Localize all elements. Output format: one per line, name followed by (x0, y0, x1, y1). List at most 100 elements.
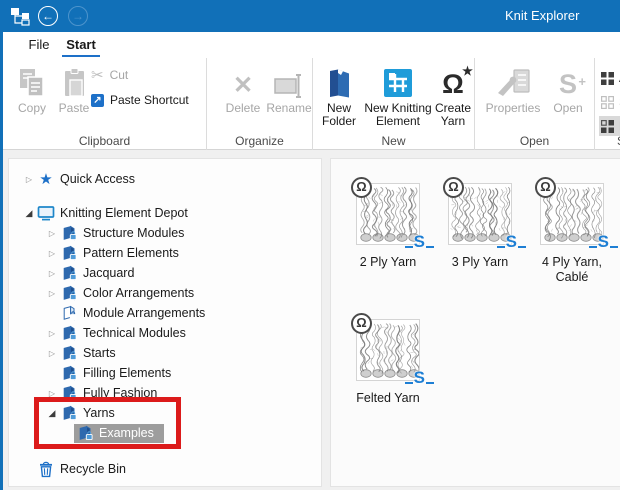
tree-item-examples[interactable]: Examples (9, 423, 321, 443)
tree-item-inner: Module Arrangements (58, 304, 215, 323)
window-title: Knit Explorer (505, 0, 579, 32)
tree-item-inner: ★Quick Access (35, 170, 145, 189)
ribbon: Copy Paste ✂ Cut ↗ Paste Shortcut Clipbo… (3, 58, 620, 150)
delete-button[interactable]: ✕ Delete (221, 61, 265, 115)
tree-item-inner: Structure Modules (58, 224, 194, 243)
tab-start[interactable]: Start (59, 32, 103, 58)
folder-lock-outline-icon (60, 305, 78, 322)
yarn-omega-badge-icon: Ω (351, 177, 372, 198)
yarn-item-label: Felted Yarn (345, 391, 431, 406)
yarn-thumbnail[interactable]: ΩS (356, 183, 420, 245)
squares-mixed-icon (601, 120, 614, 133)
tree-expander-collapsed-icon[interactable]: ▷ (46, 389, 58, 398)
yarn-item-felted-yarn[interactable]: ΩSFelted Yarn (345, 311, 431, 427)
tree-item-module-arrangements[interactable]: Module Arrangements (9, 303, 321, 323)
create-yarn-button[interactable]: Ω★ Create Yarn (431, 61, 475, 128)
ribbon-group-organize: ✕ Delete Rename Organize (207, 58, 313, 150)
yarn-omega-badge-icon: Ω (535, 177, 556, 198)
tree-expander-collapsed-icon[interactable]: ▷ (46, 349, 58, 358)
properties-button[interactable]: Properties (481, 61, 545, 115)
delete-icon: ✕ (221, 61, 265, 99)
properties-icon (481, 61, 545, 99)
tree-item-color-arrangements[interactable]: ▷Color Arrangements (9, 283, 321, 303)
view-all-button[interactable]: A (599, 68, 620, 88)
yarn-thumbnail[interactable]: ΩS (356, 319, 420, 381)
yarn-item-3-ply-yarn[interactable]: ΩS 3 Ply Yarn (437, 175, 523, 291)
paste-icon (53, 61, 95, 99)
yarn-thumbnail[interactable]: ΩS (448, 183, 512, 245)
tree-item-yarns[interactable]: ◢ Yarns (9, 403, 321, 423)
tree-item-knitting-element-depot[interactable]: ◢Knitting Element Depot (9, 203, 321, 223)
view-small-button[interactable]: S (599, 92, 620, 112)
new-knitting-element-button[interactable]: New Knitting Element (361, 61, 435, 128)
tree-item-pattern-elements[interactable]: ▷Pattern Elements (9, 243, 321, 263)
tree-expander-expanded-icon[interactable]: ◢ (46, 408, 58, 419)
yarn-item-label: 3 Ply Yarn (437, 255, 523, 270)
tree-expander-collapsed-icon[interactable]: ▷ (46, 249, 58, 258)
folder-lock-icon (60, 405, 78, 422)
app-icon[interactable] (10, 7, 30, 26)
tree-expander-collapsed-icon[interactable]: ▷ (23, 175, 35, 184)
tree-item-fully-fashion[interactable]: ▷Fully Fashion (9, 383, 321, 403)
folder-lock-icon (60, 265, 78, 282)
tree-item-label: Filling Elements (83, 366, 171, 380)
folder-lock-icon (60, 365, 78, 382)
tree-expander-collapsed-icon[interactable]: ▷ (46, 269, 58, 278)
folder-lock-icon (60, 345, 78, 362)
tree-item-structure-modules[interactable]: ▷Structure Modules (9, 223, 321, 243)
tree-item-inner: Pattern Elements (58, 244, 189, 263)
tree-item-starts[interactable]: ▷Starts (9, 343, 321, 363)
yarn-thumbnail[interactable]: ΩS (540, 183, 604, 245)
tree-expander-collapsed-icon[interactable]: ▷ (46, 289, 58, 298)
ribbon-group-clipboard: Copy Paste ✂ Cut ↗ Paste Shortcut Clipbo… (3, 58, 207, 150)
stoll-s-logo-icon: S (598, 233, 609, 250)
tree-item-technical-modules[interactable]: ▷ Technical Modules (9, 323, 321, 343)
cut-button[interactable]: ✂ Cut (91, 66, 128, 84)
cut-icon: ✂ (91, 66, 104, 84)
tree-item-label: Technical Modules (83, 326, 186, 340)
tree-item-quick-access[interactable]: ▷★Quick Access (9, 169, 321, 189)
open-icon: S+ (547, 61, 589, 99)
tree-expander-collapsed-icon[interactable]: ▷ (46, 329, 58, 338)
yarn-item-4-ply-yarn-cabl[interactable]: ΩS4 Ply Yarn, Cablé (529, 175, 615, 291)
tree-item-inner: Examples (74, 424, 164, 443)
tree-item-label: Jacquard (83, 266, 134, 280)
rename-button[interactable]: Rename (265, 61, 313, 115)
yarn-omega-badge-icon: Ω (351, 313, 372, 334)
stoll-s-logo-icon: S (506, 233, 517, 250)
folder-lock-icon (60, 225, 78, 242)
new-folder-button[interactable]: New Folder (317, 61, 361, 128)
back-button[interactable]: ← (38, 6, 58, 26)
paste-shortcut-button[interactable]: ↗ Paste Shortcut (91, 91, 189, 109)
tree-item-label: Yarns (83, 406, 115, 420)
forward-button[interactable]: → (68, 6, 88, 26)
tree-item-inner: Color Arrangements (58, 284, 204, 303)
tree-item-filling-elements[interactable]: Filling Elements (9, 363, 321, 383)
stoll-s-logo-icon: S (414, 369, 425, 386)
tree-item-inner: Technical Modules (58, 324, 196, 343)
tab-file[interactable]: File (17, 32, 61, 58)
tree-item-recycle-bin[interactable]: Recycle Bin (9, 459, 321, 479)
copy-button[interactable]: Copy (11, 61, 53, 115)
star-icon: ★ (37, 171, 55, 188)
tree-expander-collapsed-icon[interactable]: ▷ (46, 229, 58, 238)
view-large-button[interactable]: L (599, 116, 620, 136)
stoll-s-logo-icon: S (414, 233, 425, 250)
tree-item-jacquard[interactable]: ▷ Jacquard (9, 263, 321, 283)
window-border (0, 32, 3, 490)
paste-button[interactable]: Paste (53, 61, 95, 115)
folder-lock-icon (60, 325, 78, 342)
tree-expander-expanded-icon[interactable]: ◢ (23, 208, 35, 219)
yarn-card-grid: ΩS2 Ply YarnΩS3 Ply YarnΩS4 Ply Yarn, Ca… (345, 175, 619, 427)
monitor-icon (37, 205, 55, 222)
folder-lock-icon (60, 385, 78, 402)
group-label-open: Open (475, 134, 594, 148)
tree-item-label: Module Arrangements (83, 306, 205, 320)
rename-icon (265, 61, 313, 99)
open-button[interactable]: S+ Open (547, 61, 589, 115)
ribbon-group-new: New Folder New Knitting Element Ω★ Creat… (313, 58, 475, 150)
squares-filled-icon (601, 72, 614, 85)
group-label-organize: Organize (207, 134, 312, 148)
group-label-view: S (595, 134, 620, 148)
yarn-item-2-ply-yarn[interactable]: ΩS2 Ply Yarn (345, 175, 431, 291)
